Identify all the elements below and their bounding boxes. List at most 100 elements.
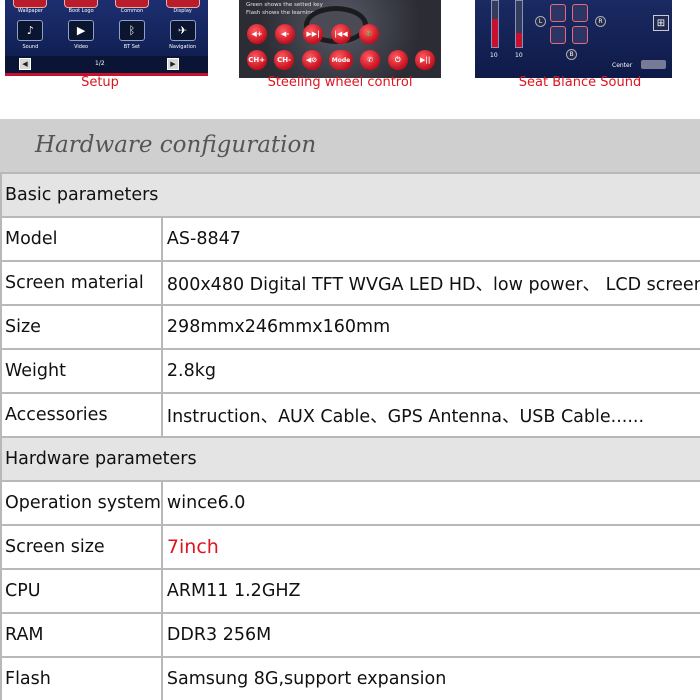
setup-tile	[13, 0, 48, 8]
table-row: Flash Samsung 8G,support expansion	[0, 656, 700, 700]
channel-up-icon: CH+	[246, 50, 267, 70]
table-row: Size 298mmx246mmx160mm	[0, 304, 700, 350]
setup-caption: Setup	[81, 75, 119, 90]
section-header: Hardware configuration	[0, 119, 700, 172]
balance-slider-right	[515, 0, 523, 48]
spec-key: Weight	[0, 348, 163, 394]
spec-key: CPU	[0, 568, 163, 614]
steering-screenshot: Green shows the setted key Flash shows t…	[239, 0, 441, 78]
table-row: Accessories Instruction、AUX Cable、GPS An…	[0, 392, 700, 438]
spec-value: DDR3 256M	[160, 612, 700, 658]
answer-call-icon: ✆	[359, 24, 379, 44]
spec-key: Screen size	[0, 524, 163, 570]
prev-track-icon: |◀◀	[331, 24, 351, 44]
channel-down-icon: CH-	[274, 50, 295, 70]
spec-key: Operation system	[0, 480, 163, 526]
play-pause-icon: ▶||	[415, 50, 436, 70]
section-title: Hardware configuration	[35, 132, 317, 158]
setup-label: Navigation	[169, 44, 197, 50]
seat-icon	[572, 4, 588, 22]
spec-key: Model	[0, 216, 163, 262]
basic-parameters-header: Basic parameters	[0, 172, 700, 218]
setup-label: BT Set	[123, 44, 141, 50]
feature-thumbnails: Wallpaper Boot Logo Common Display ♪ ▶ ᛒ…	[0, 0, 700, 118]
navigation-icon: ✈	[169, 20, 196, 41]
setup-labels-row1: Wallpaper Boot Logo Common Display	[5, 8, 208, 14]
setup-tile	[114, 0, 149, 8]
seat-icon	[572, 26, 588, 44]
sound-icon: ♪	[17, 20, 44, 41]
seat-caption: Seat Blance Sound	[518, 75, 642, 90]
spec-value: 298mmx246mmx160mm	[160, 304, 700, 350]
hardware-parameters-header: Hardware parameters	[0, 436, 700, 482]
spec-key: Flash	[0, 656, 163, 700]
power-icon: ⏻	[387, 50, 408, 70]
seat-layout: L R B	[535, 4, 607, 60]
table-row: Model AS-8847	[0, 216, 700, 262]
bluetooth-icon: ᛒ	[118, 20, 145, 41]
steering-buttons-row2: CH+ CH- ◀⊘ Mode ✆ ⏻ ▶||	[243, 50, 439, 70]
setup-icons: ♪ ▶ ᛒ ✈	[5, 20, 208, 41]
grid-icon: ⊞	[653, 15, 669, 31]
next-page-icon: ▶	[167, 58, 179, 70]
setup-top-tiles	[5, 0, 208, 8]
mode-button-icon: Mode	[328, 50, 353, 70]
setup-page-indicator: 1/2	[95, 60, 105, 67]
setup-label: Video	[74, 44, 89, 50]
center-label: Center	[612, 62, 633, 69]
setup-pager: ◀ 1/2 ▶	[5, 56, 208, 73]
table-row: RAM DDR3 256M	[0, 612, 700, 658]
setup-label: Boot Logo	[68, 8, 94, 14]
setup-label: Sound	[22, 44, 39, 50]
setup-label: Display	[173, 8, 192, 14]
spec-value: Instruction、AUX Cable、GPS Antenna、USB Ca…	[160, 392, 700, 438]
steering-buttons-row1: ◀+ ◀- ▶▶| |◀◀ ✆	[243, 24, 383, 44]
group-header-row: Hardware parameters	[0, 436, 700, 482]
slider-fill	[516, 33, 522, 47]
spec-key: RAM	[0, 612, 163, 658]
spec-value: ARM11 1.2GHZ	[160, 568, 700, 614]
slider-right-value: 10	[515, 52, 523, 59]
spec-value-highlight: 7inch	[160, 524, 700, 570]
seat-icon	[550, 4, 566, 22]
spec-value: 800x480 Digital TFT WVGA LED HD、low powe…	[160, 260, 700, 306]
spec-value: wince6.0	[160, 480, 700, 526]
prev-page-icon: ◀	[19, 58, 31, 70]
setup-label: Common	[120, 8, 144, 14]
spec-table: Basic parameters Model AS-8847 Screen ma…	[0, 172, 700, 700]
table-row: Screen size 7inch	[0, 524, 700, 570]
group-header-row: Basic parameters	[0, 172, 700, 218]
setup-label: Wallpaper	[17, 8, 43, 14]
hangup-icon: ✆	[360, 50, 381, 70]
slider-fill	[492, 19, 498, 47]
balance-slider-left	[491, 0, 499, 48]
spec-key: Accessories	[0, 392, 163, 438]
seat-icon	[550, 26, 566, 44]
table-row: Screen material 800x480 Digital TFT WVGA…	[0, 260, 700, 306]
setup-tile	[64, 0, 99, 8]
steering-caption: Steeling wheel control	[267, 75, 413, 90]
volume-up-icon: ◀+	[247, 24, 267, 44]
arrow-right-icon: R	[595, 16, 606, 27]
arrow-left-icon: L	[535, 16, 546, 27]
spec-key: Size	[0, 304, 163, 350]
setup-screenshot: Wallpaper Boot Logo Common Display ♪ ▶ ᛒ…	[5, 0, 208, 76]
arrow-bottom-icon: B	[566, 49, 577, 60]
table-row: Weight 2.8kg	[0, 348, 700, 394]
next-track-icon: ▶▶|	[303, 24, 323, 44]
setup-tile	[165, 0, 200, 8]
slider-left-value: 10	[490, 52, 498, 59]
table-row: CPU ARM11 1.2GHZ	[0, 568, 700, 614]
volume-down-icon: ◀-	[275, 24, 295, 44]
video-icon: ▶	[68, 20, 95, 41]
center-toggle	[641, 60, 666, 69]
spec-key: Screen material	[0, 260, 163, 306]
spec-value: Samsung 8G,support expansion	[160, 656, 700, 700]
spec-value: 2.8kg	[160, 348, 700, 394]
seat-balance-screenshot: 10 10 L R B ⊞ Center	[475, 0, 672, 78]
spec-value: AS-8847	[160, 216, 700, 262]
steering-hint-green: Green shows the setted key	[246, 2, 323, 8]
mute-icon: ◀⊘	[301, 50, 322, 70]
table-row: Operation system wince6.0	[0, 480, 700, 526]
setup-labels-row2: Sound Video BT Set Navigation	[5, 44, 208, 50]
